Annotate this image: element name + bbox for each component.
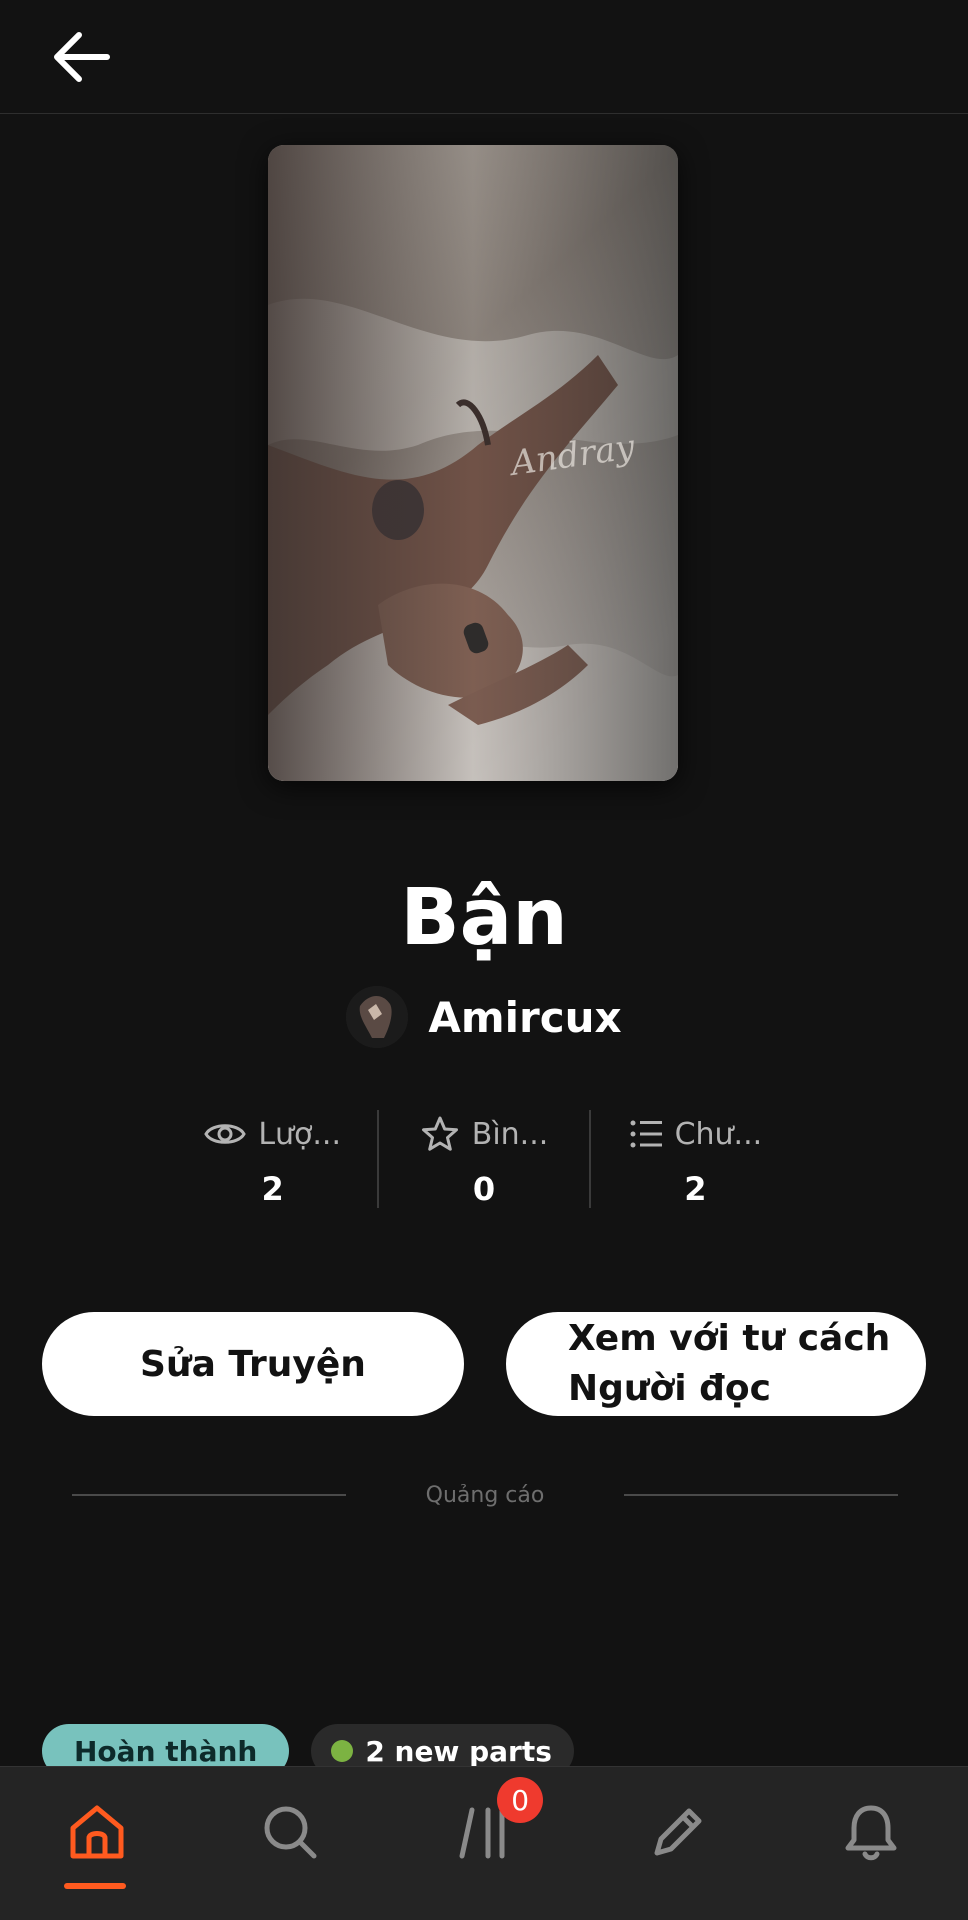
stat-reads-label: Lượ... [258, 1116, 342, 1152]
stat-votes-label: Bìn... [471, 1116, 549, 1152]
arrow-left-icon [54, 32, 110, 82]
back-button[interactable] [44, 22, 118, 92]
stat-parts-label: Chư... [674, 1116, 763, 1152]
bottom-navigation: 0 [0, 1766, 968, 1920]
nav-notifications[interactable] [774, 1767, 968, 1897]
author-row[interactable]: Amircux [0, 986, 968, 1048]
story-title: Bận [400, 873, 568, 963]
stat-parts-value: 2 [684, 1170, 707, 1208]
avatar[interactable] [346, 986, 409, 1048]
star-icon [421, 1116, 458, 1151]
new-parts-label: 2 new parts [365, 1734, 552, 1768]
search-icon [264, 1806, 317, 1859]
stat-parts: Chư... 2 [591, 1110, 800, 1210]
divider-line [624, 1494, 898, 1496]
view-as-reader-line1: Xem với tư cách [568, 1318, 891, 1359]
list-icon [630, 1120, 662, 1148]
pencil-icon [654, 1808, 702, 1856]
view-as-reader-button[interactable]: Xem với tư cách Người đọc [506, 1312, 926, 1416]
divider-line [72, 1494, 346, 1496]
stat-votes-value: 0 [472, 1170, 496, 1208]
nav-write[interactable] [581, 1767, 775, 1897]
edit-story-button[interactable]: Sửa Truyện [42, 1312, 464, 1416]
stat-reads-value: 2 [261, 1170, 284, 1208]
story-cover-image: Andray [268, 145, 678, 781]
ad-label: Quảng cáo [425, 1482, 545, 1508]
nav-search[interactable] [194, 1767, 388, 1897]
view-as-reader-line2: Người đọc [568, 1368, 771, 1409]
bell-icon [845, 1805, 897, 1861]
home-icon [70, 1805, 124, 1859]
nav-active-indicator [64, 1883, 126, 1889]
top-bar [0, 0, 968, 114]
nav-library[interactable]: 0 [387, 1767, 581, 1897]
eye-icon [204, 1124, 247, 1144]
notification-badge: 0 [497, 1777, 544, 1823]
green-dot-icon [331, 1740, 354, 1762]
stat-reads: Lượ... 2 [168, 1110, 377, 1210]
author-name[interactable]: Amircux [428, 993, 621, 1042]
edit-story-label: Sửa Truyện [140, 1343, 366, 1385]
story-stats: Lượ... 2 Bìn... 0 Chư... 2 [168, 1110, 800, 1210]
nav-home[interactable] [0, 1767, 194, 1897]
view-as-reader-label: Xem với tư cách Người đọc [568, 1314, 890, 1414]
stat-votes: Bìn... 0 [379, 1110, 588, 1210]
ad-divider: Quảng cáo [72, 1480, 898, 1510]
